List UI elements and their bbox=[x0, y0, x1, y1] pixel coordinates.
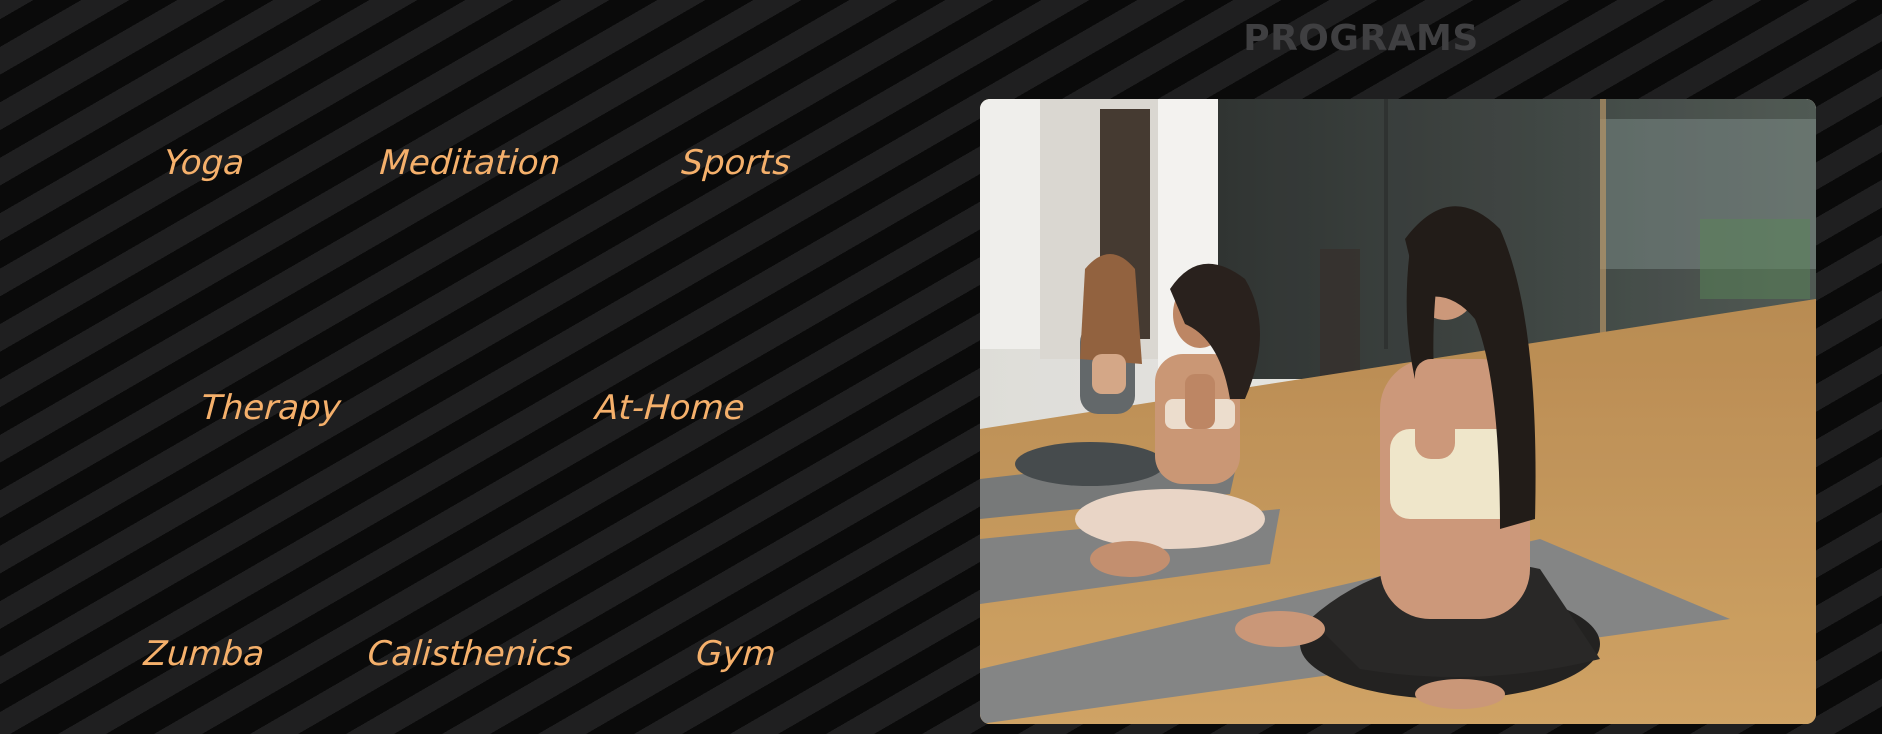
program-meditation-link[interactable]: Meditation bbox=[378, 143, 561, 183]
program-therapy-link[interactable]: Therapy bbox=[200, 388, 343, 428]
program-sports-link[interactable]: Sports bbox=[680, 143, 792, 183]
program-yoga-link[interactable]: Yoga bbox=[162, 143, 245, 183]
yoga-meditation-photo bbox=[980, 99, 1816, 724]
program-gym-link[interactable]: Gym bbox=[695, 634, 777, 674]
program-calisthenics-link[interactable]: Calisthenics bbox=[366, 634, 573, 674]
program-zumba-link[interactable]: Zumba bbox=[142, 634, 265, 674]
program-at-home-link[interactable]: At-Home bbox=[594, 388, 746, 428]
yoga-meditation-illustration bbox=[980, 99, 1816, 724]
section-title: PROGRAMS bbox=[1243, 18, 1479, 59]
